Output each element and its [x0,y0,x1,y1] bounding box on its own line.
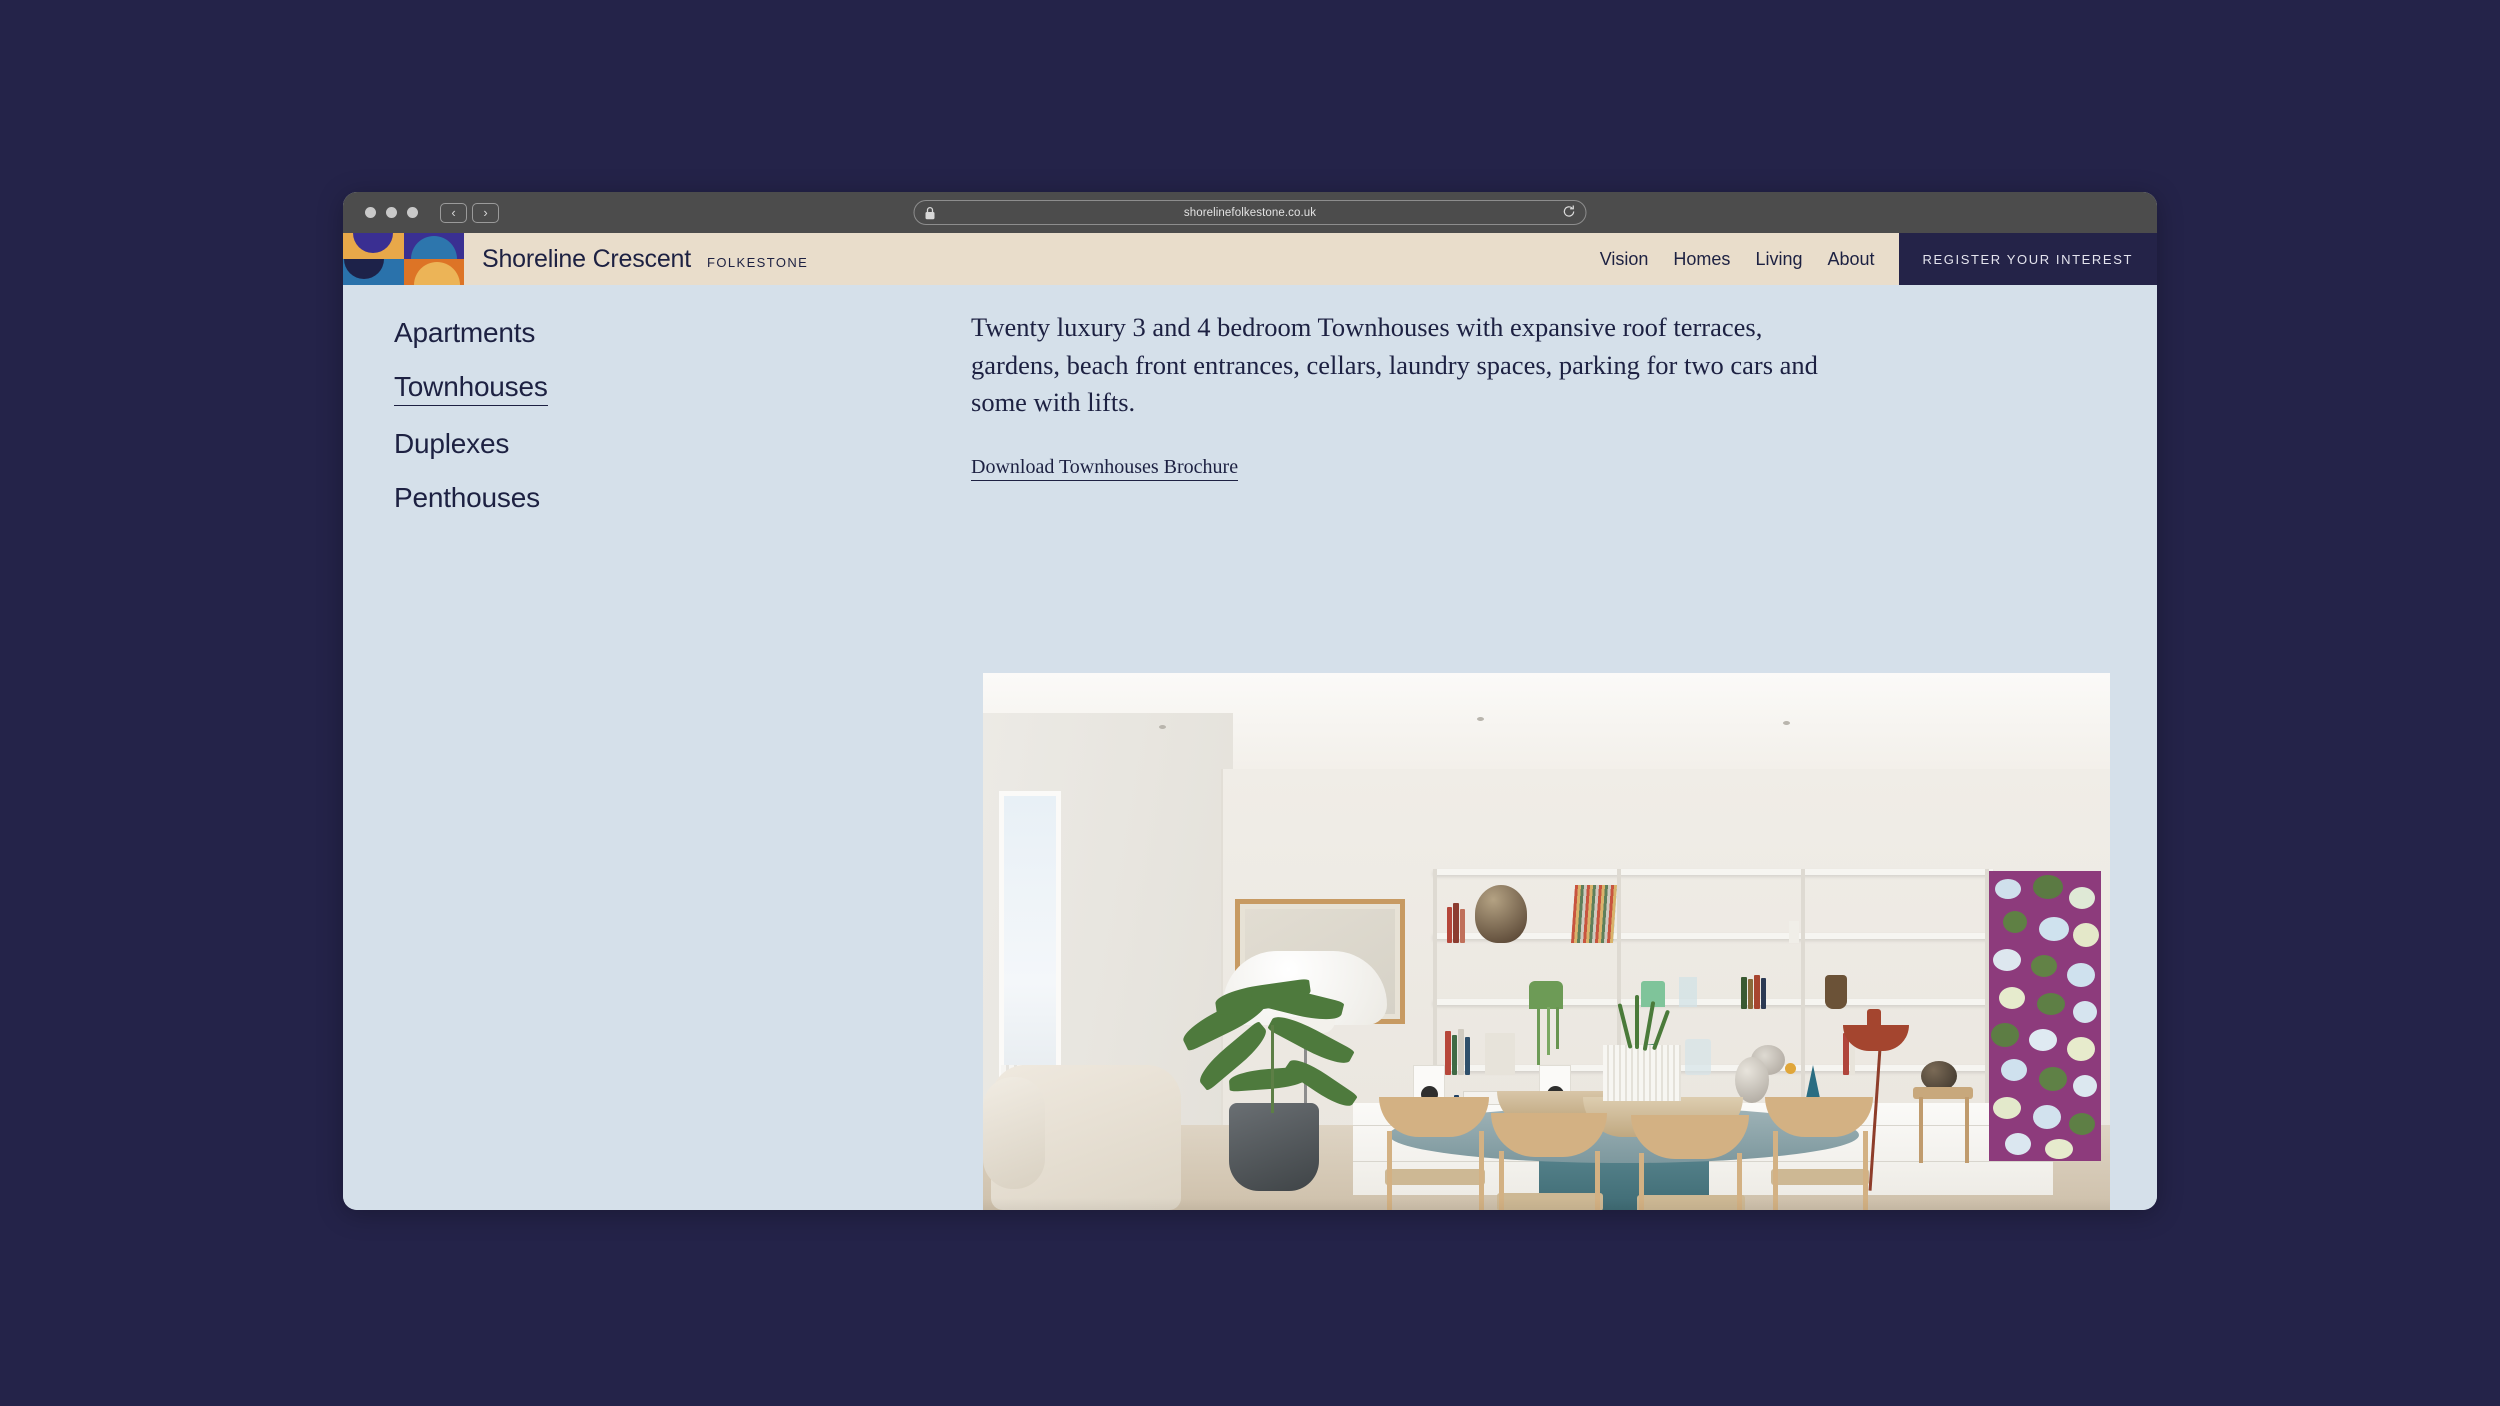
logo-tile-blue [343,259,404,285]
register-interest-button[interactable]: REGISTER YOUR INTEREST [1898,233,2157,285]
shelf-board [1433,869,1993,875]
brand-location: FOLKESTONE [707,254,809,270]
photo-stool-leg [1919,1097,1923,1163]
photo-bottom-fade [983,1198,2110,1210]
minimize-window-button[interactable] [386,207,397,218]
photo-plant-trail [1547,1007,1550,1055]
sidebar-item-townhouses[interactable]: Townhouses [394,371,548,406]
nav-item-homes[interactable]: Homes [1673,249,1730,270]
book [1741,977,1747,1009]
photo-shelf-object [1789,921,1799,943]
site-header: Shoreline Crescent FOLKESTONE Vision Hom… [343,233,2157,285]
photo-records [1570,885,1618,943]
intro-description: Twenty luxury 3 and 4 bedroom Townhouses… [971,312,1818,418]
photo-plant-pot [1229,1103,1319,1191]
brand[interactable]: Shoreline Crescent FOLKESTONE [482,245,808,274]
reload-icon[interactable] [1563,205,1576,220]
downlight-icon [1783,721,1790,725]
url-text: shorelinefolkestone.co.uk [1183,206,1317,219]
shelf-board [1433,1065,1993,1071]
photo-jug [1825,975,1847,1009]
browser-nav-buttons: ‹ › [440,202,499,223]
browser-window: ‹ › shorelinefolkestone.co.uk Shoreline … [343,192,2157,1210]
nav-item-about[interactable]: About [1827,249,1874,270]
homes-type-sidebar: Apartments Townhouses Duplexes Penthouse… [394,317,548,536]
logo-tile-orange [343,233,404,259]
photo-grass-blade [1635,995,1639,1049]
back-button[interactable]: ‹ [440,202,467,223]
book [1445,1031,1451,1075]
book [1458,1029,1464,1075]
sidebar-item-duplexes[interactable]: Duplexes [394,428,509,460]
logo-tile-indigo [403,233,464,259]
photo-decor-dot [1785,1063,1796,1074]
lock-icon [925,206,936,225]
book [1465,1037,1470,1075]
nav-item-vision[interactable]: Vision [1600,249,1649,270]
book [1748,979,1753,1009]
site-logo[interactable] [343,233,464,285]
photo-hanging-plant [1529,981,1563,1009]
sidebar-item-apartments[interactable]: Apartments [394,317,535,349]
photo-stool-leg [1965,1097,1969,1163]
book [1485,1033,1515,1075]
photo-abstract-painting [1989,871,2101,1161]
main-nav: Vision Homes Living About [1600,249,1899,270]
browser-toolbar: ‹ › shorelinefolkestone.co.uk [343,192,2157,233]
url-bar[interactable]: shorelinefolkestone.co.uk [913,200,1587,225]
photo-ceramic-vase [1475,885,1527,943]
book [1460,909,1465,943]
photo-plant-trail [1537,1007,1540,1065]
book [1447,907,1452,943]
downlight-icon [1477,717,1484,721]
book [1453,903,1459,943]
logo-tile-burnt-orange [403,259,464,285]
register-interest-label: REGISTER YOUR INTEREST [1922,251,2133,267]
shelf-post [1801,869,1805,1109]
nav-item-living[interactable]: Living [1755,249,1802,270]
brand-name: Shoreline Crescent [482,244,692,273]
content-column: Twenty luxury 3 and 4 bedroom Townhouses… [971,309,1851,481]
close-window-button[interactable] [365,207,376,218]
download-brochure-link[interactable]: Download Townhouses Brochure [971,456,1239,481]
photo-glass [1679,977,1697,1007]
shelf-board [1433,999,1993,1005]
book [1452,1035,1457,1075]
townhouse-interior-photo [983,673,2110,1210]
forward-button[interactable]: › [472,202,499,223]
photo-plant-trail [1556,1007,1559,1049]
traffic-lights [365,207,418,218]
maximize-window-button[interactable] [407,207,418,218]
photo-armchair-arm [983,1077,1045,1189]
downlight-icon [1159,725,1166,729]
book [1754,975,1760,1009]
photo-plant-stem [1271,1025,1274,1113]
photo-glass-vessel [1685,1039,1711,1075]
page-body: Apartments Townhouses Duplexes Penthouse… [343,285,2157,1210]
book [1761,978,1766,1009]
photo-wall-corner [1221,769,1223,1149]
sidebar-item-penthouses[interactable]: Penthouses [394,482,540,514]
photo-striped-planter [1603,1045,1681,1101]
